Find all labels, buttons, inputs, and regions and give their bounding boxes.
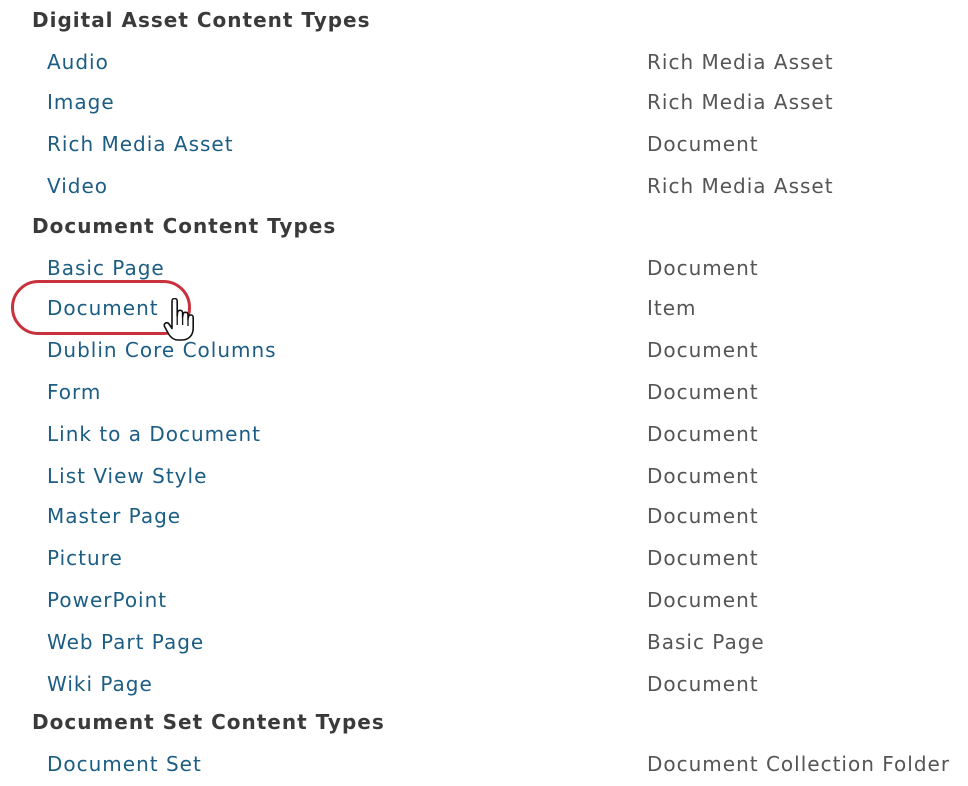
- parent-type-cell: Document: [647, 256, 759, 280]
- parent-type-cell: Document: [647, 504, 759, 528]
- table-row: Wiki Page Document: [0, 668, 968, 700]
- table-row: Dublin Core Columns Document: [0, 334, 968, 366]
- content-type-link-picture[interactable]: Picture: [47, 542, 123, 574]
- parent-type-cell: Rich Media Asset: [647, 174, 834, 198]
- parent-type-cell: Document: [647, 546, 759, 570]
- parent-type-cell: Document: [647, 422, 759, 446]
- content-type-link-master-page[interactable]: Master Page: [47, 500, 181, 532]
- table-row: Form Document: [0, 376, 968, 408]
- table-row: Picture Document: [0, 542, 968, 574]
- parent-type-cell: Document: [647, 672, 759, 696]
- parent-type-cell: Document: [647, 588, 759, 612]
- parent-type-cell: Document: [647, 338, 759, 362]
- content-type-link-wiki-page[interactable]: Wiki Page: [47, 668, 153, 700]
- parent-type-cell: Document: [647, 380, 759, 404]
- table-row: Video Rich Media Asset: [0, 170, 968, 202]
- table-row: Document Set Document Collection Folder: [0, 748, 968, 780]
- content-type-link-video[interactable]: Video: [47, 170, 108, 202]
- parent-type-cell: Document Collection Folder: [647, 752, 951, 776]
- content-type-link-link-to-a-document[interactable]: Link to a Document: [47, 418, 261, 450]
- group-header-document: Document Content Types: [32, 214, 337, 238]
- content-types-list: Digital Asset Content Types Audio Rich M…: [0, 0, 968, 786]
- content-type-link-form[interactable]: Form: [47, 376, 101, 408]
- content-type-link-audio[interactable]: Audio: [47, 46, 109, 78]
- table-row: PowerPoint Document: [0, 584, 968, 616]
- content-type-link-basic-page[interactable]: Basic Page: [47, 252, 165, 284]
- content-type-link-dublin-core-columns[interactable]: Dublin Core Columns: [47, 334, 277, 366]
- table-row: Link to a Document Document: [0, 418, 968, 450]
- parent-type-cell: Item: [647, 296, 697, 320]
- table-row: Basic Page Document: [0, 252, 968, 284]
- table-row: Audio Rich Media Asset: [0, 46, 968, 78]
- table-row: Master Page Document: [0, 500, 968, 532]
- table-row: Rich Media Asset Document: [0, 128, 968, 160]
- parent-type-cell: Rich Media Asset: [647, 90, 834, 114]
- parent-type-cell: Basic Page: [647, 630, 765, 654]
- parent-type-cell: Document: [647, 132, 759, 156]
- content-type-link-powerpoint[interactable]: PowerPoint: [47, 584, 167, 616]
- parent-type-cell: Rich Media Asset: [647, 50, 834, 74]
- table-row: Web Part Page Basic Page: [0, 626, 968, 658]
- table-row: Document Item: [0, 292, 968, 324]
- table-row: Image Rich Media Asset: [0, 86, 968, 118]
- table-row: List View Style Document: [0, 460, 968, 492]
- content-type-link-list-view-style[interactable]: List View Style: [47, 460, 207, 492]
- parent-type-cell: Document: [647, 464, 759, 488]
- content-type-link-web-part-page[interactable]: Web Part Page: [47, 626, 204, 658]
- group-header-digital-asset: Digital Asset Content Types: [32, 8, 371, 32]
- content-type-link-rich-media-asset[interactable]: Rich Media Asset: [47, 128, 234, 160]
- content-type-link-image[interactable]: Image: [47, 86, 115, 118]
- content-type-link-document-set[interactable]: Document Set: [47, 748, 202, 780]
- content-type-link-document[interactable]: Document: [47, 292, 159, 324]
- group-header-document-set: Document Set Content Types: [32, 710, 385, 734]
